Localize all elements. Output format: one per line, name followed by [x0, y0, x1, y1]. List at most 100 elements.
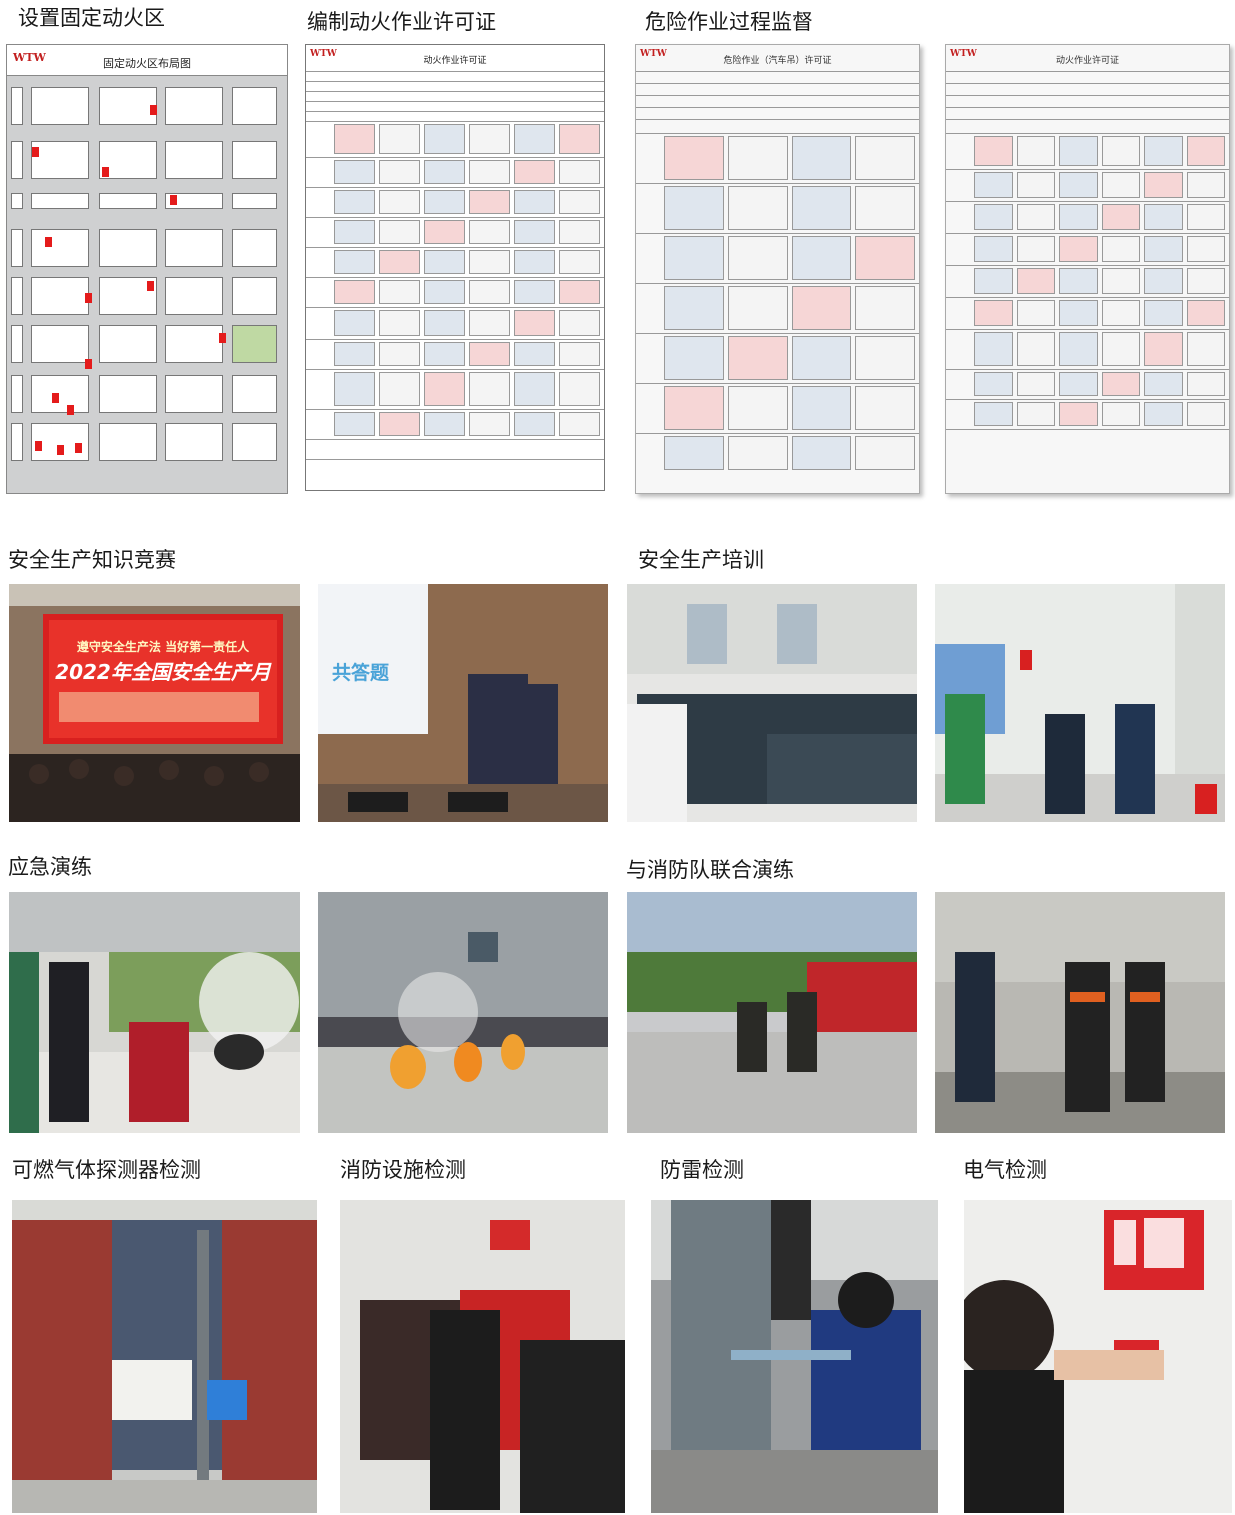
floorplan-side-zone	[11, 325, 23, 363]
floorplan-zone	[31, 87, 89, 125]
form-cell	[727, 336, 788, 380]
form-cell	[469, 220, 510, 244]
form-rule	[636, 95, 919, 96]
contest-slide-text: 共答题	[332, 662, 390, 684]
form-cell	[791, 186, 852, 230]
form-cell	[1186, 236, 1225, 262]
photo-contest-answering: 共答题	[318, 584, 608, 822]
form-cell	[424, 372, 465, 406]
floorplan-zone	[31, 325, 89, 363]
form-cell	[855, 436, 915, 470]
form-cell	[424, 160, 465, 184]
photo-lightning-grounding	[651, 1200, 938, 1513]
form-cell	[334, 412, 375, 436]
hot-work-spot-marker	[67, 405, 74, 415]
heading-hot-work-permit: 编制动火作业许可证	[307, 10, 496, 34]
form-cell	[1016, 172, 1055, 198]
form-cell	[334, 342, 375, 366]
form-cell	[664, 236, 724, 280]
floorplan-side-zone	[11, 141, 23, 179]
form-rule	[306, 111, 604, 112]
form-cell	[727, 186, 788, 230]
form-rule	[306, 439, 604, 440]
form-cell	[379, 280, 420, 304]
form-cell	[664, 336, 724, 380]
form-cell	[791, 286, 852, 330]
form-cell	[559, 124, 600, 154]
form-cell	[379, 412, 420, 436]
form-cell	[1101, 300, 1140, 326]
floorplan-zone	[165, 229, 223, 267]
floorplan-zone	[31, 277, 89, 315]
form-cell	[334, 160, 375, 184]
form-cell	[974, 172, 1013, 198]
form-rule	[946, 399, 1229, 400]
hot-work-spot-marker	[147, 281, 154, 291]
heading-joint-fire-drill: 与消防队联合演练	[626, 858, 794, 882]
form-cell	[727, 286, 788, 330]
form-cell	[334, 124, 375, 154]
form-cell	[514, 124, 555, 154]
form-rule	[946, 297, 1229, 298]
form-cell	[974, 136, 1013, 166]
form-rule	[306, 71, 604, 72]
floorplan-zone	[31, 141, 89, 179]
form-cell	[469, 250, 510, 274]
form-cell	[334, 372, 375, 406]
form-cell	[664, 386, 724, 430]
form-rule	[946, 429, 1229, 430]
form-rule	[946, 95, 1229, 96]
form-cell	[334, 310, 375, 336]
photo-emergency-drill-fire	[318, 892, 608, 1133]
photo-training-corridor	[935, 584, 1225, 822]
form-cell	[1144, 332, 1183, 366]
hot-work-spot-marker	[102, 167, 109, 177]
hot-work-spot-marker	[32, 147, 39, 157]
floorplan-zone	[232, 141, 277, 179]
form-rule	[306, 217, 604, 218]
form-cell	[664, 436, 724, 470]
form-cell	[559, 310, 600, 336]
form-cell	[514, 342, 555, 366]
form-cell	[855, 236, 915, 280]
form-cell	[974, 300, 1013, 326]
form-cell	[1059, 172, 1098, 198]
form-cell	[424, 220, 465, 244]
form-cell	[1186, 372, 1225, 396]
form-cell	[855, 386, 915, 430]
form-cell	[791, 386, 852, 430]
hot-work-permit-form: WTW 动火作业许可证	[305, 44, 605, 491]
signed-permit-title: 动火作业许可证	[1055, 56, 1119, 66]
form-cell	[334, 190, 375, 214]
form-cell	[514, 280, 555, 304]
form-rule	[306, 121, 604, 122]
form-cell	[1016, 300, 1055, 326]
form-cell	[664, 286, 724, 330]
form-cell	[791, 236, 852, 280]
form-cell	[1059, 204, 1098, 230]
form-rule	[636, 333, 919, 334]
floorplan-side-zone	[11, 277, 23, 315]
form-cell	[379, 190, 420, 214]
form-cell	[974, 236, 1013, 262]
permit-title: 动火作业许可证	[423, 56, 487, 66]
floorplan-zone	[31, 193, 89, 209]
hot-work-spot-marker	[85, 293, 92, 303]
photo-joint-drill-indoor	[935, 892, 1225, 1133]
photo-contest-screen: 遵守安全生产法 当好第一责任人 2022年全国安全生产月	[9, 584, 300, 822]
floorplan-zone	[99, 375, 157, 413]
form-cell	[727, 436, 788, 470]
form-cell	[424, 342, 465, 366]
form-rule	[636, 233, 919, 234]
signed-hot-work-permit-scan: WTW 动火作业许可证	[945, 44, 1230, 494]
form-cell	[469, 412, 510, 436]
form-rule	[946, 233, 1229, 234]
form-cell	[379, 372, 420, 406]
form-cell	[514, 250, 555, 274]
heading-fire-facility-test: 消防设施检测	[340, 1158, 466, 1182]
heading-fixed-hot-work-area: 设置固定动火区	[18, 6, 165, 30]
hot-work-spot-marker	[150, 105, 157, 115]
form-rule	[306, 91, 604, 92]
form-rule	[946, 71, 1229, 72]
hot-work-spot-marker	[85, 359, 92, 369]
